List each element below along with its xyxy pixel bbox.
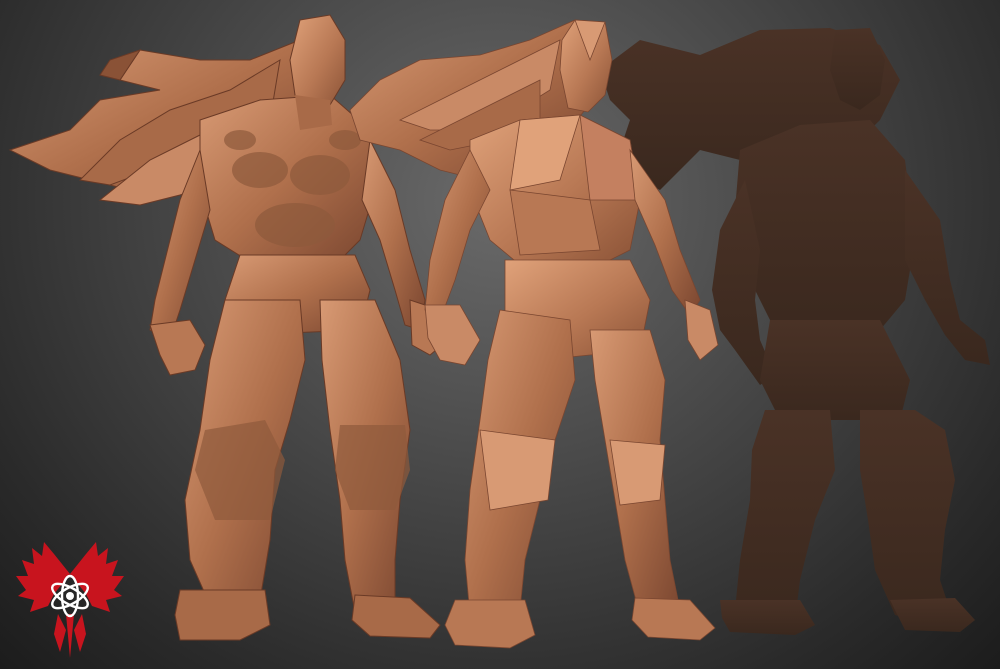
render-viewport <box>0 0 1000 669</box>
character-turnaround-render <box>8 14 990 649</box>
winged-atom-emblem-icon <box>16 542 124 658</box>
